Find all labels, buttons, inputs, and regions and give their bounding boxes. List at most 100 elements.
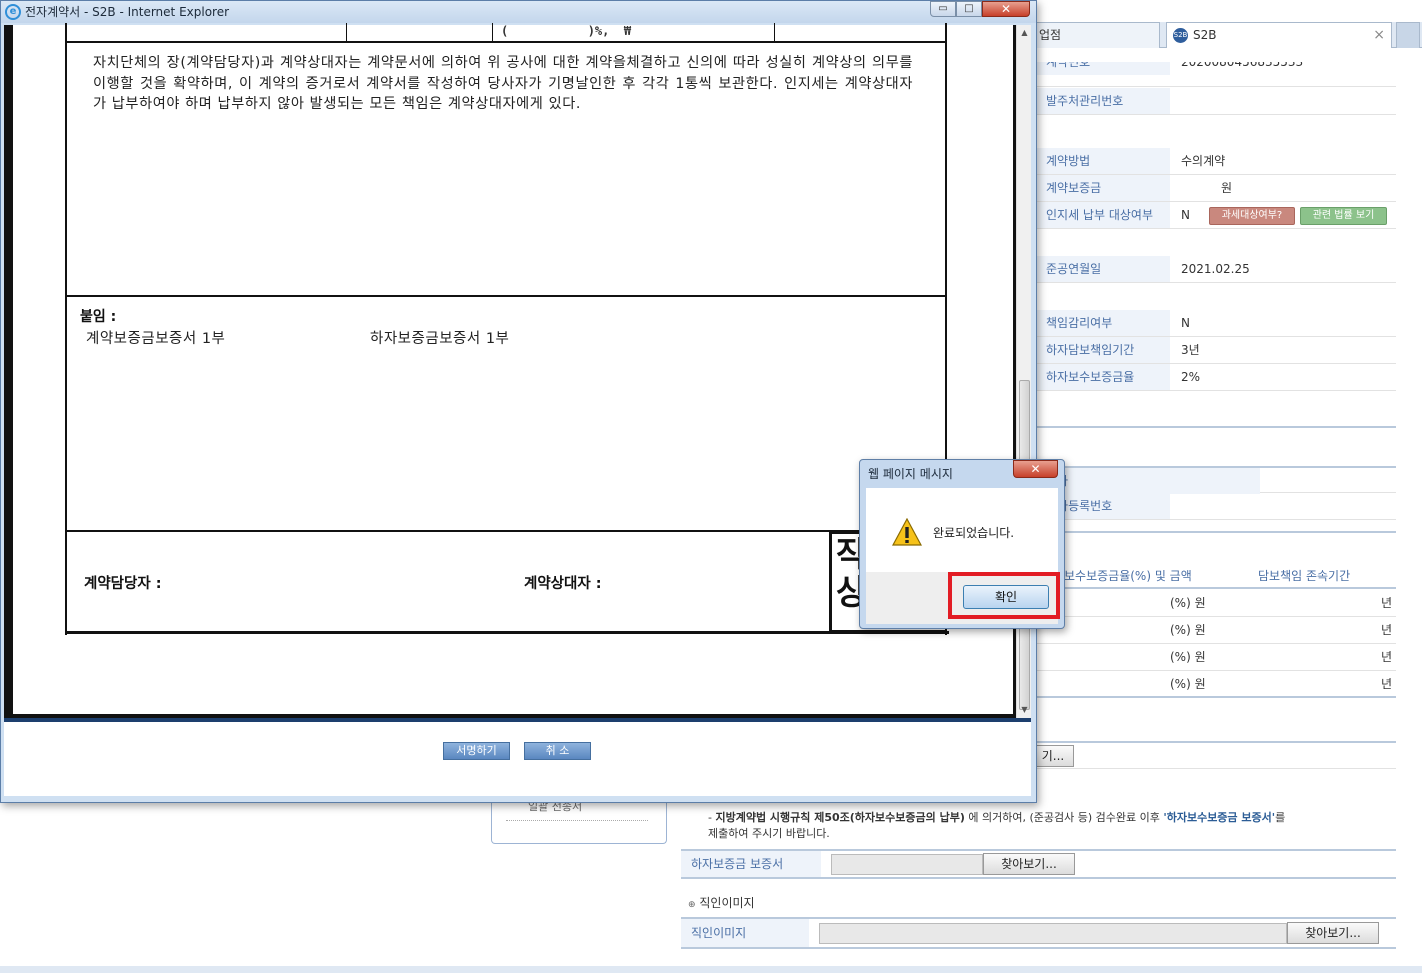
field-label: 계약보증금 — [1036, 175, 1170, 201]
window-titlebar[interactable]: e 전자계약서 - S2B - Internet Explorer ▭ □ ✕ — [1, 1, 1036, 23]
table-row: (%) 원 년 — [1036, 617, 1396, 644]
tax-target-button[interactable]: 과세대상여부? — [1209, 207, 1295, 225]
field-label: 책임감리여부 — [1036, 310, 1170, 336]
dialog-close-button[interactable]: ✕ — [1013, 460, 1058, 478]
document-top-row: ( )%, ₩ — [67, 23, 945, 43]
bond-rate-cell: (%) 원 — [1170, 596, 1206, 610]
contract-popup-window: e 전자계약서 - S2B - Internet Explorer ▭ □ ✕ … — [0, 0, 1037, 803]
window-content: ( )%, ₩ 자치단체의 장(계약담당자)과 계약상대자는 계약문서에 의하여… — [4, 23, 1032, 796]
notice-highlight: '하자보수보증금 보증서' — [1163, 811, 1276, 824]
bond-header-rate: 보수보증금율(%) 및 금액 — [1064, 569, 1192, 583]
field-row-completion-date: 준공연월일 2021.02.25 — [1036, 256, 1396, 283]
field-label: 계약번호 — [1036, 62, 1170, 75]
notice-bullet: - — [708, 811, 712, 824]
seal-file-label: 직인이미지 — [681, 919, 809, 947]
bond-table-header: 보수보증금율(%) 및 금액 담보책임 존속기간 — [1036, 563, 1396, 589]
warranty-file-row: 하자보증금 보증서 찾아보기... — [681, 849, 1396, 879]
browser-tab-1[interactable]: 업점 — [1030, 22, 1160, 48]
field-value: 원 — [1221, 181, 1233, 195]
bond-period-cell: 년 — [1380, 677, 1392, 691]
warning-icon — [892, 518, 922, 546]
field-row-warranty-period: 하자담보책임기간 3년 — [1036, 337, 1396, 364]
scroll-up-icon[interactable]: ▲ — [1017, 25, 1032, 41]
browser-tab-strip: 업점 S2B S2B × — [1030, 22, 1422, 48]
field-value: 3년 — [1181, 343, 1200, 357]
ie-logo-icon: e — [5, 4, 21, 20]
ok-button[interactable]: 확인 — [963, 585, 1049, 609]
table-row: (%) 원 년 — [1036, 671, 1396, 698]
field-value: N — [1181, 208, 1190, 222]
dotted-divider — [506, 820, 648, 821]
bond-period-cell: 년 — [1380, 650, 1392, 664]
percent-amount-field: ( )%, ₩ — [501, 24, 632, 38]
bond-period-cell: 년 — [1380, 623, 1392, 637]
contract-officer-label: 계약담당자 : — [84, 576, 162, 592]
status-bar — [0, 966, 1422, 973]
table-row: (%) 원 년 — [1036, 590, 1396, 617]
field-label: 하자보수보증금율 — [1036, 364, 1170, 390]
new-tab-button[interactable] — [1396, 22, 1420, 48]
cell-divider — [492, 23, 493, 41]
tab-label: 업점 — [1039, 28, 1062, 42]
field-label: 하자담보책임기간 — [1036, 337, 1170, 363]
cell-divider — [346, 23, 347, 41]
close-button[interactable]: ✕ — [982, 1, 1030, 17]
contract-party-label: 계약상대자 : — [524, 576, 602, 592]
bond-rate-cell: (%) 원 — [1170, 650, 1206, 664]
window-title: 전자계약서 - S2B - Internet Explorer — [25, 5, 230, 19]
field-value: 2021.02.25 — [1181, 262, 1250, 276]
minimize-button[interactable]: ▭ — [930, 1, 956, 17]
field-value: N — [1181, 316, 1190, 330]
dialog-message: 완료되었습니다. — [933, 526, 1015, 540]
browser-tab-s2b[interactable]: S2B S2B × — [1166, 22, 1392, 48]
field-row-supervision: 책임감리여부 N — [1036, 310, 1396, 337]
field-row-contract-number: 계약번호 2020080456835533 — [1036, 62, 1396, 87]
contract-document: ( )%, ₩ 자치단체의 장(계약담당자)과 계약상대자는 계약문서에 의하여… — [65, 23, 949, 635]
attachment-item: 계약보증금보증서 1부 — [86, 331, 226, 347]
field-value: 수의계약 — [1181, 154, 1226, 168]
find-file-button[interactable]: 기... — [1032, 745, 1074, 767]
table-row: (%) 원 년 — [1036, 644, 1396, 671]
warranty-file-input[interactable] — [831, 854, 983, 875]
seal-find-button[interactable]: 찾아보기... — [1287, 922, 1379, 944]
tab-label: S2B — [1193, 28, 1217, 42]
sign-button[interactable]: 서명하기 — [443, 742, 510, 760]
field-label: 준공연월일 — [1036, 256, 1170, 282]
field-row-business-number: 업자등록번호 — [1036, 493, 1396, 520]
file-upload-row: 기... — [1032, 741, 1396, 769]
notice-law-reference: 지방계약법 시행규칙 제50조(하자보수보증금의 납부) — [715, 811, 965, 824]
section-divider — [1036, 531, 1396, 533]
field-label: 발주처관리번호 — [1036, 88, 1170, 114]
document-divider — [67, 295, 945, 297]
field-row-contract-method: 계약방법 수의계약 — [1036, 148, 1396, 175]
notice-line-2: 제출하여 주시기 바랍니다. — [708, 827, 830, 840]
seal-file-row: 직인이미지 찾아보기... — [681, 917, 1396, 949]
field-row-stamp-tax: 인지세 납부 대상여부 N 과세대상여부? 관련 법률 보기 — [1036, 202, 1396, 229]
field-label: 계약방법 — [1036, 148, 1170, 174]
warranty-file-label: 하자보증금 보증서 — [681, 851, 821, 877]
field-label: 인지세 납부 대상여부 — [1036, 202, 1170, 228]
document-divider — [67, 530, 945, 532]
cell-divider — [774, 23, 775, 41]
s2b-icon: S2B — [1173, 28, 1188, 43]
related-law-button[interactable]: 관련 법률 보기 — [1300, 207, 1387, 225]
attachment-label: 붙임 : — [80, 309, 117, 325]
contract-clause-paragraph: 자치단체의 장(계약담당자)과 계약상대자는 계약문서에 의하여 위 공사에 대… — [93, 55, 913, 112]
warranty-find-button[interactable]: 찾아보기... — [983, 853, 1075, 875]
maximize-button[interactable]: □ — [956, 1, 982, 17]
field-value: 2% — [1181, 370, 1201, 384]
notice-tail: 를 — [1275, 811, 1286, 824]
seal-file-input[interactable] — [819, 923, 1287, 944]
field-label: 당자 — [1036, 468, 1260, 494]
bond-period-cell: 년 — [1380, 596, 1392, 610]
scroll-down-icon[interactable]: ▼ — [1017, 702, 1032, 718]
bond-rate-cell: (%) 원 — [1170, 623, 1206, 637]
field-row-warranty-rate: 하자보수보증금율 2% — [1036, 364, 1396, 391]
warranty-notice: - 지방계약법 시행규칙 제50조(하자보수보증금의 납부) 에 의거하여, (… — [708, 810, 1398, 842]
seal-section-title: ⊕ 직인이미지 — [688, 894, 755, 911]
cancel-button[interactable]: 취 소 — [524, 742, 591, 760]
document-bottom-border — [67, 631, 949, 634]
field-row-party: 당자 — [1036, 466, 1396, 494]
tab-close-icon[interactable]: × — [1373, 23, 1385, 47]
field-value: 2020080456835533 — [1181, 62, 1304, 69]
